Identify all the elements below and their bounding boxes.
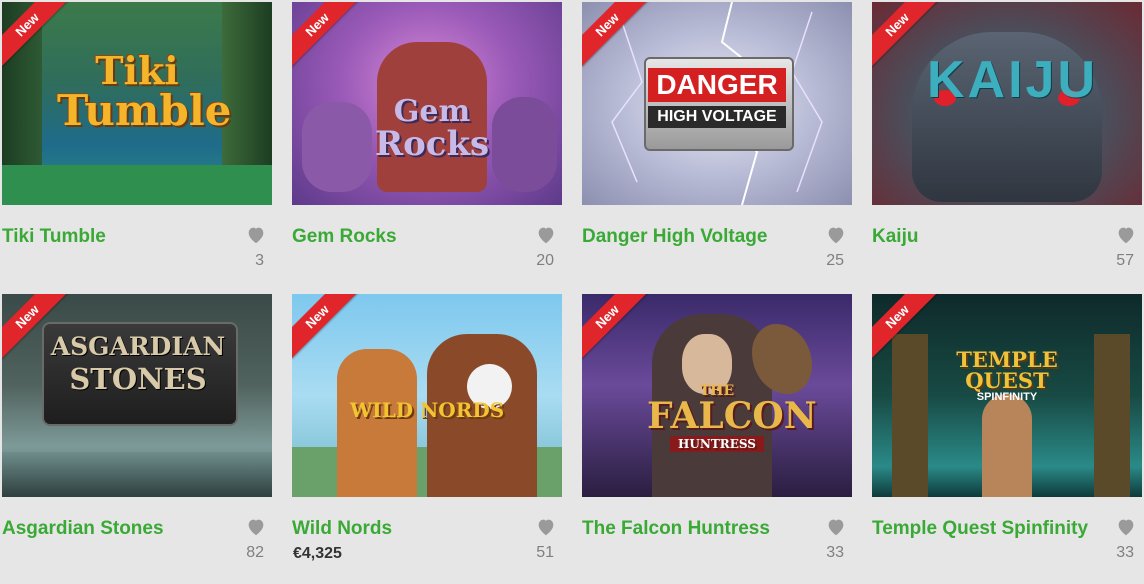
heart-icon[interactable]	[1115, 224, 1137, 246]
logo-text-line: Rocks	[374, 124, 490, 164]
game-logo: Gem Rocks	[367, 94, 497, 164]
game-card: Tiki Tumble New Tiki Tumble 3	[2, 2, 272, 292]
logo-text-line: HIGH VOLTAGE	[648, 106, 786, 128]
heart-icon[interactable]	[825, 224, 847, 246]
game-title[interactable]: The Falcon Huntress	[582, 518, 770, 540]
viking-character-decoration	[337, 349, 417, 497]
game-thumbnail-tiki-tumble[interactable]: Tiki Tumble New	[2, 2, 272, 205]
new-badge: New	[582, 294, 649, 359]
logo-text-line: Tiki	[95, 48, 179, 93]
new-ribbon: New	[292, 2, 362, 72]
game-card: WILD NORDS New Wild Nords €4,325 51	[292, 294, 562, 584]
logo-text-line: HUNTRESS	[670, 436, 764, 452]
game-title[interactable]: Danger High Voltage	[582, 226, 767, 248]
new-ribbon: New	[2, 294, 72, 364]
game-card: THE FALCON HUNTRESS New The Falcon Huntr…	[582, 294, 852, 584]
grass-decoration	[2, 165, 272, 205]
game-logo: DANGER HIGH VOLTAGE	[648, 68, 786, 128]
heart-icon[interactable]	[245, 224, 267, 246]
new-badge: New	[2, 294, 69, 359]
new-badge: New	[872, 2, 939, 67]
game-thumbnail-temple-quest[interactable]: TEMPLE QUEST SPINFINITY New	[872, 294, 1142, 497]
new-badge: New	[2, 2, 69, 67]
favorite-count: 20	[536, 252, 554, 269]
new-badge: New	[582, 2, 649, 67]
logo-text-line: STONES	[69, 362, 207, 396]
favorite-count: 25	[826, 252, 844, 269]
rock-creature-decoration	[302, 102, 372, 192]
game-card: ASGARDIAN STONES New Asgardian Stones 82	[2, 294, 272, 584]
game-thumbnail-danger-high-voltage[interactable]: DANGER HIGH VOLTAGE New	[582, 2, 852, 205]
game-title[interactable]: Wild Nords	[292, 518, 392, 540]
new-ribbon: New	[872, 2, 942, 72]
heart-icon[interactable]	[825, 516, 847, 538]
favorite-count: 82	[246, 544, 264, 561]
logo-text-line: Tumble	[57, 86, 232, 135]
logo-text-line: TEMPLE QUEST	[956, 347, 1058, 393]
new-badge: New	[872, 294, 939, 359]
favorite-count: 57	[1116, 252, 1134, 269]
game-logo: KAIJU	[927, 51, 1099, 109]
temple-pillar-decoration	[1094, 334, 1130, 497]
game-title[interactable]: Tiki Tumble	[2, 226, 106, 248]
new-badge: New	[292, 2, 359, 67]
game-thumbnail-falcon-huntress[interactable]: THE FALCON HUNTRESS New	[582, 294, 852, 497]
game-thumbnail-wild-nords[interactable]: WILD NORDS New	[292, 294, 562, 497]
new-ribbon: New	[582, 294, 652, 364]
game-grid: Tiki Tumble New Tiki Tumble 3 Gem Rocks …	[0, 0, 1144, 566]
favorite-count: 33	[826, 544, 844, 561]
game-title[interactable]: Kaiju	[872, 226, 918, 248]
rock-creature-decoration	[492, 97, 557, 192]
new-badge: New	[292, 294, 359, 359]
game-card: Gem Rocks New Gem Rocks 20	[292, 2, 562, 292]
game-logo: ASGARDIAN STONES	[46, 334, 230, 394]
heart-icon[interactable]	[245, 516, 267, 538]
game-card: KAIJU New Kaiju 57	[872, 2, 1142, 292]
heart-icon[interactable]	[1115, 516, 1137, 538]
heart-icon[interactable]	[535, 516, 557, 538]
heart-icon[interactable]	[535, 224, 557, 246]
game-title[interactable]: Temple Quest Spinfinity	[872, 518, 1088, 540]
new-ribbon: New	[292, 294, 362, 364]
jackpot-amount: €4,325	[293, 545, 342, 562]
favorite-count: 3	[255, 252, 264, 269]
explorer-character-decoration	[982, 394, 1032, 497]
game-thumbnail-asgardian-stones[interactable]: ASGARDIAN STONES New	[2, 294, 272, 497]
game-logo: Tiki Tumble	[57, 48, 232, 135]
game-title[interactable]: Gem Rocks	[292, 226, 397, 248]
game-thumbnail-gem-rocks[interactable]: Gem Rocks New	[292, 2, 562, 205]
logo-text-line: SPINFINITY	[976, 391, 1038, 403]
game-thumbnail-kaiju[interactable]: KAIJU New	[872, 2, 1142, 205]
game-logo: THE FALCON HUNTRESS	[647, 384, 817, 452]
new-ribbon: New	[872, 294, 942, 364]
logo-text-line: ASGARDIAN	[50, 332, 226, 361]
game-logo: TEMPLE QUEST SPINFINITY	[917, 349, 1097, 403]
game-logo: WILD NORDS	[349, 398, 505, 422]
new-ribbon: New	[2, 2, 72, 72]
game-card: DANGER HIGH VOLTAGE New Danger High Volt…	[582, 2, 852, 292]
logo-text-line: FALCON	[647, 395, 817, 437]
favorite-count: 51	[536, 544, 554, 561]
game-title[interactable]: Asgardian Stones	[2, 518, 164, 540]
lake-decoration	[2, 452, 272, 497]
game-card: TEMPLE QUEST SPINFINITY New Temple Quest…	[872, 294, 1142, 584]
logo-text-line: DANGER	[648, 68, 786, 102]
favorite-count: 33	[1116, 544, 1134, 561]
logo-text-line: Gem	[393, 94, 471, 129]
new-ribbon: New	[582, 2, 652, 72]
